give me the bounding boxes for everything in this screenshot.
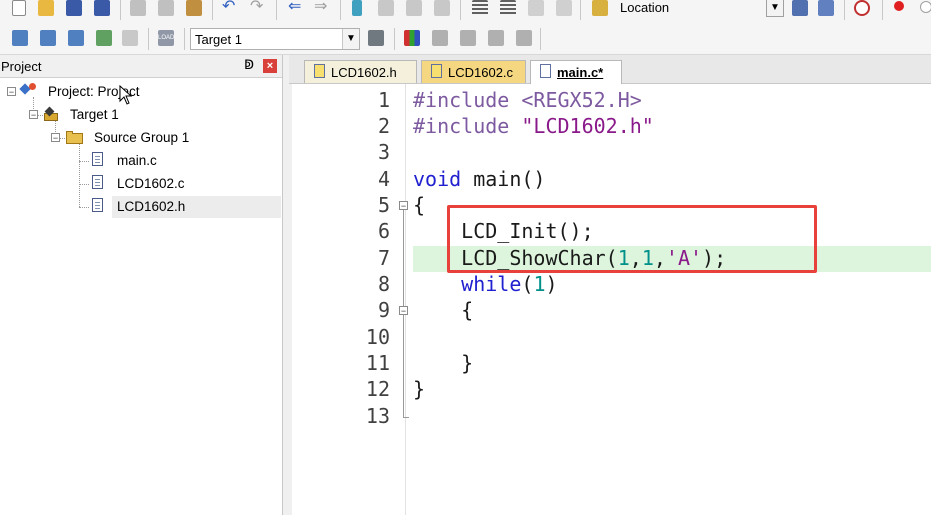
code-line: void main() bbox=[413, 167, 546, 191]
code-line: } bbox=[461, 351, 474, 375]
comment-icon[interactable] bbox=[528, 0, 544, 16]
code-line: { bbox=[413, 193, 426, 217]
tab-label: LCD1602.c bbox=[448, 65, 514, 80]
chevron-down-icon[interactable]: ▼ bbox=[766, 0, 784, 17]
redo-icon[interactable]: ↷ bbox=[250, 0, 266, 16]
tab-lcd1602-c[interactable]: LCD1602.c bbox=[421, 60, 526, 83]
line-number: 9 bbox=[377, 298, 390, 322]
file-icon bbox=[540, 64, 551, 78]
open-folder-icon[interactable] bbox=[38, 0, 54, 16]
target-options-icon[interactable] bbox=[368, 30, 384, 46]
bookmark-icon[interactable] bbox=[352, 0, 362, 16]
breakpoint-icon[interactable] bbox=[894, 1, 904, 11]
forward-icon[interactable]: ⇒ bbox=[314, 0, 330, 16]
code-line: { bbox=[461, 298, 474, 322]
cut-icon[interactable] bbox=[130, 0, 146, 16]
code-editor[interactable]: 1 2 3 4 5 6 7 8 9 10 11 12 13 − − #inclu… bbox=[292, 84, 931, 515]
build-toolbar: LOAD Target 1 ▼ bbox=[0, 24, 931, 55]
tree-item-source-group[interactable]: Source Group 1 bbox=[94, 130, 189, 145]
undo-icon[interactable]: ↶ bbox=[222, 0, 238, 16]
main-toolbar: ↶ ↷ ⇐ ⇒ Location ▼ bbox=[0, 0, 931, 25]
tree-item-lcd1602-c[interactable]: LCD1602.c bbox=[117, 176, 185, 191]
build-icon[interactable] bbox=[40, 30, 56, 46]
fold-toggle[interactable]: − bbox=[399, 201, 408, 211]
debug-settings-icon[interactable] bbox=[792, 0, 808, 16]
copy-icon[interactable] bbox=[158, 0, 174, 16]
code-line: } bbox=[413, 377, 426, 401]
editor-tab-bar: LCD1602.h LCD1602.c main.c* bbox=[289, 55, 931, 84]
next-bookmark-icon[interactable] bbox=[406, 0, 422, 16]
uncomment-icon[interactable] bbox=[556, 0, 572, 16]
code-line: while(1) bbox=[461, 272, 558, 296]
close-icon[interactable]: × bbox=[263, 59, 277, 73]
find-in-files-icon[interactable] bbox=[592, 0, 608, 16]
location-label: Location bbox=[620, 0, 670, 15]
line-number: 10 bbox=[365, 325, 390, 349]
save-all-icon[interactable] bbox=[94, 0, 110, 16]
target-select[interactable]: Target 1 ▼ bbox=[190, 28, 360, 50]
prev-bookmark-icon[interactable] bbox=[378, 0, 394, 16]
file-icon bbox=[431, 64, 442, 78]
line-number: 13 bbox=[365, 404, 390, 428]
tab-label: main.c* bbox=[557, 65, 604, 80]
manage-rte-icon[interactable] bbox=[460, 30, 476, 46]
location-combo[interactable]: Location ▼ bbox=[612, 0, 786, 19]
line-number: 3 bbox=[377, 140, 390, 164]
folder-icon bbox=[66, 131, 84, 144]
save-icon[interactable] bbox=[66, 0, 82, 16]
start-debug-icon[interactable] bbox=[854, 0, 870, 16]
line-number: 6 bbox=[377, 219, 390, 243]
file-icon bbox=[92, 198, 103, 212]
project-panel: Project ↁ × − Project: Project − Target … bbox=[0, 55, 283, 515]
tree-item-target[interactable]: Target 1 bbox=[70, 107, 119, 122]
indent-icon[interactable] bbox=[472, 0, 488, 16]
line-number: 2 bbox=[377, 114, 390, 138]
file-icon bbox=[92, 175, 103, 189]
unindent-icon[interactable] bbox=[500, 0, 516, 16]
rebuild-icon[interactable] bbox=[68, 30, 84, 46]
download-icon[interactable]: LOAD bbox=[158, 30, 174, 46]
back-icon[interactable]: ⇐ bbox=[288, 0, 304, 16]
pack-installer-icon[interactable] bbox=[488, 30, 504, 46]
stop-build-icon[interactable] bbox=[122, 30, 138, 46]
new-file-icon[interactable] bbox=[12, 0, 26, 16]
clear-bookmarks-icon[interactable] bbox=[434, 0, 450, 16]
tab-lcd1602-h[interactable]: LCD1602.h bbox=[304, 60, 417, 83]
annotation-highlight-box bbox=[447, 205, 817, 273]
line-number: 4 bbox=[377, 167, 390, 191]
file-icon bbox=[92, 152, 103, 166]
line-number: 11 bbox=[365, 351, 390, 375]
batch-build-icon[interactable] bbox=[96, 30, 112, 46]
project-panel-title: Project bbox=[1, 59, 42, 74]
tree-item-main-c[interactable]: main.c bbox=[117, 153, 157, 168]
tab-label: LCD1602.h bbox=[331, 65, 397, 80]
project-settings-icon[interactable] bbox=[516, 30, 532, 46]
tree-item-lcd1602-h[interactable]: LCD1602.h bbox=[117, 199, 185, 214]
project-icon bbox=[19, 83, 39, 97]
line-number: 8 bbox=[377, 272, 390, 296]
target-icon bbox=[43, 106, 61, 121]
code-line: #include "LCD1602.h" bbox=[413, 114, 654, 138]
target-select-value: Target 1 bbox=[195, 32, 242, 47]
collapse-toggle[interactable]: − bbox=[7, 87, 16, 97]
chevron-down-icon[interactable]: ▼ bbox=[342, 29, 359, 49]
line-number: 5 bbox=[377, 193, 390, 217]
line-number: 12 bbox=[365, 377, 390, 401]
paste-icon[interactable] bbox=[186, 0, 202, 16]
collapse-toggle[interactable]: − bbox=[51, 133, 60, 143]
collapse-toggle[interactable]: − bbox=[29, 110, 38, 120]
project-panel-header: Project ↁ × bbox=[0, 55, 282, 78]
line-number: 1 bbox=[377, 88, 390, 112]
fold-toggle[interactable]: − bbox=[399, 306, 408, 316]
manage-components-icon[interactable] bbox=[404, 30, 420, 46]
configure-icon[interactable] bbox=[818, 0, 834, 16]
tab-main-c[interactable]: main.c* bbox=[530, 60, 622, 84]
file-icon bbox=[314, 64, 325, 78]
code-line: #include <REGX52.H> bbox=[413, 88, 642, 112]
line-number: 7 bbox=[377, 246, 390, 270]
pin-icon[interactable]: ↁ bbox=[244, 57, 254, 73]
translate-icon[interactable] bbox=[12, 30, 28, 46]
disabled-breakpoint-icon[interactable] bbox=[920, 1, 931, 13]
select-pack-icon[interactable] bbox=[432, 30, 448, 46]
